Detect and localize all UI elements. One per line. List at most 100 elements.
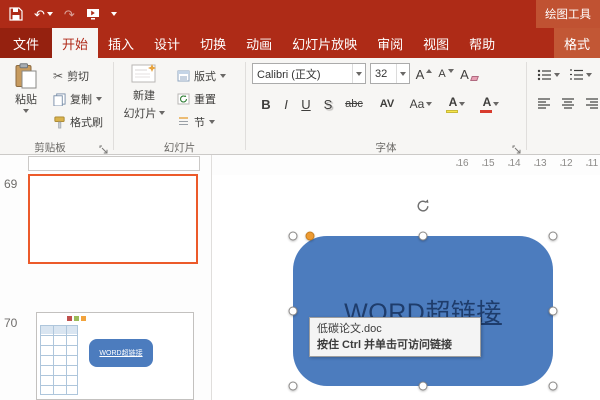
- copy-label: 复制: [70, 91, 92, 107]
- shape-adjust-handle[interactable]: [306, 232, 315, 241]
- save-button[interactable]: [9, 7, 23, 21]
- customize-qat-button[interactable]: [111, 12, 117, 16]
- undo-icon: ↶: [34, 8, 45, 21]
- bullet-list-button[interactable]: [534, 64, 562, 86]
- paste-icon: [15, 63, 37, 89]
- slide-69-thumbnail[interactable]: [28, 174, 198, 264]
- ruler-number: 15: [481, 158, 497, 169]
- change-case-button[interactable]: Aa: [406, 92, 436, 116]
- tab-help[interactable]: 帮助: [459, 28, 505, 58]
- numbered-list-icon: [569, 69, 584, 81]
- undo-button[interactable]: ↶: [34, 8, 53, 21]
- font-name-combobox[interactable]: Calibri (正文): [252, 63, 366, 84]
- reset-icon: [177, 93, 190, 105]
- slide-thumbnail-panel: 69 70 WORD超链接: [0, 155, 212, 400]
- caret-down-icon: [448, 69, 454, 73]
- numbered-list-button[interactable]: [566, 64, 594, 86]
- slide-70-number: 70: [4, 316, 17, 330]
- increase-font-size-button[interactable]: A: [414, 64, 434, 84]
- tab-home[interactable]: 开始: [52, 28, 98, 58]
- copy-button[interactable]: 复制: [50, 89, 105, 109]
- tab-spacer: [505, 28, 554, 58]
- tab-view[interactable]: 视图: [413, 28, 459, 58]
- ruler-number: 12: [559, 158, 575, 169]
- decrease-font-size-button[interactable]: A: [436, 64, 456, 84]
- chevron-down-icon: [111, 12, 117, 16]
- resize-handle-middle-right[interactable]: [549, 307, 558, 316]
- align-right-button[interactable]: [582, 92, 600, 116]
- character-spacing-button[interactable]: AV: [374, 92, 400, 116]
- save-icon: [9, 7, 23, 21]
- start-slideshow-button[interactable]: [86, 7, 100, 21]
- align-center-icon: [561, 98, 575, 110]
- resize-handle-top-left[interactable]: [289, 232, 298, 241]
- title-bar: ↶ ↷ 绘图工具: [0, 0, 600, 28]
- cut-button[interactable]: ✂ 剪切: [50, 66, 92, 86]
- redo-button[interactable]: ↷: [64, 8, 75, 21]
- chevron-down-icon: [220, 74, 226, 78]
- section-button[interactable]: 节: [174, 112, 218, 132]
- tab-slideshow[interactable]: 幻灯片放映: [282, 28, 367, 58]
- resize-handle-top-right[interactable]: [549, 232, 558, 241]
- main-content: 69 70 WORD超链接 16 15 14: [0, 155, 600, 400]
- highlight-color-swatch: [446, 110, 458, 114]
- clear-formatting-button[interactable]: A: [458, 64, 480, 84]
- layout-label: 版式: [194, 68, 216, 84]
- paste-button[interactable]: 粘贴: [6, 63, 46, 113]
- text-highlight-color-button[interactable]: A: [442, 92, 472, 116]
- font-size-combobox[interactable]: 32: [370, 63, 410, 84]
- chevron-down-icon[interactable]: [352, 64, 365, 83]
- slides-group-label: 幻灯片: [114, 140, 245, 155]
- slide-canvas[interactable]: WORD超链接 低碳论文.doc 按住 Ct: [212, 175, 600, 400]
- chevron-down-icon: [209, 120, 215, 124]
- slide-70-thumbnail[interactable]: WORD超链接: [36, 312, 194, 400]
- bold-button[interactable]: B: [256, 92, 276, 116]
- rotate-handle[interactable]: [415, 198, 431, 214]
- underline-button[interactable]: U: [296, 92, 316, 116]
- tab-animations[interactable]: 动画: [236, 28, 282, 58]
- align-left-button[interactable]: [534, 92, 554, 116]
- tab-review[interactable]: 审阅: [367, 28, 413, 58]
- thumb-decoration: [81, 316, 86, 321]
- font-group-label: 字体: [246, 140, 526, 155]
- align-center-button[interactable]: [558, 92, 578, 116]
- italic-button[interactable]: I: [278, 92, 294, 116]
- tab-design[interactable]: 设计: [144, 28, 190, 58]
- reset-button[interactable]: 重置: [174, 89, 219, 109]
- tab-transitions[interactable]: 切换: [190, 28, 236, 58]
- resize-handle-bottom-center[interactable]: [419, 382, 428, 391]
- align-left-icon: [537, 98, 551, 110]
- slide-69-number: 69: [4, 177, 17, 191]
- chevron-down-icon: [493, 102, 499, 106]
- chevron-down-icon[interactable]: [396, 64, 409, 83]
- tab-insert[interactable]: 插入: [98, 28, 144, 58]
- layout-button[interactable]: 版式: [174, 66, 229, 86]
- layout-icon: [177, 70, 190, 82]
- tooltip-instruction: 按住 Ctrl 并单击可访问链接: [317, 337, 473, 353]
- chevron-down-icon: [159, 111, 165, 115]
- font-color-button[interactable]: A: [476, 92, 506, 116]
- tab-file[interactable]: 文件: [0, 28, 52, 58]
- resize-handle-middle-left[interactable]: [289, 307, 298, 316]
- group-divider: [526, 62, 527, 150]
- resize-handle-bottom-left[interactable]: [289, 382, 298, 391]
- thumb-table: [40, 325, 78, 395]
- new-slide-button[interactable]: 新建 幻灯片: [120, 63, 168, 121]
- resize-handle-top-center[interactable]: [419, 232, 428, 241]
- text-shadow-button[interactable]: S: [318, 92, 338, 116]
- group-divider: [113, 62, 114, 150]
- chevron-down-icon: [426, 102, 432, 106]
- rounded-rectangle-shape[interactable]: WORD超链接: [293, 236, 553, 386]
- ruler-number: 11: [585, 158, 600, 169]
- strikethrough-button[interactable]: abc: [340, 92, 368, 116]
- chevron-down-icon: [586, 73, 592, 77]
- ruler-number: 16: [455, 158, 471, 169]
- resize-handle-bottom-right[interactable]: [549, 382, 558, 391]
- slide-68-thumbnail-partial[interactable]: [28, 156, 200, 171]
- reset-label: 重置: [194, 91, 216, 107]
- format-painter-button[interactable]: 格式刷: [50, 112, 106, 132]
- contextual-tools-label: 绘图工具: [545, 6, 591, 22]
- ribbon-tab-row: 文件 开始 插入 设计 切换 动画 幻灯片放映 审阅 视图 帮助 格式: [0, 28, 600, 58]
- tab-format[interactable]: 格式: [554, 28, 600, 58]
- chevron-down-icon: [459, 102, 465, 106]
